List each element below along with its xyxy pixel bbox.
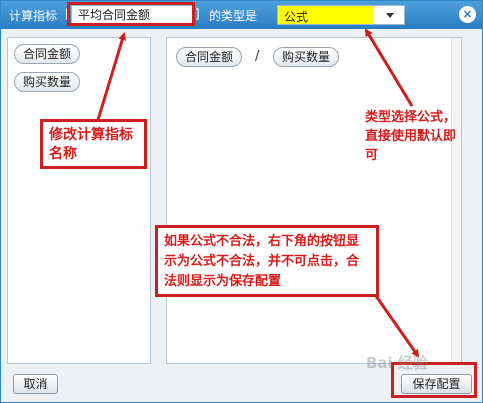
callout-save-tip: 如果公式不合法，右下角的按钮显示为公式不合法，并不可点击，合法则显示为保存配置 <box>155 225 379 297</box>
arrow-to-type <box>364 28 414 107</box>
annotation-arrows <box>96 28 420 358</box>
note-type-tip: 类型选择公式，直接使用默认即可 <box>365 110 457 163</box>
arrow-to-name <box>96 32 127 121</box>
baidu-watermark: Bai 经验 <box>366 354 428 372</box>
callout-name-tip: 修改计算指标名称 <box>40 119 147 169</box>
arrow-to-save <box>374 295 420 358</box>
